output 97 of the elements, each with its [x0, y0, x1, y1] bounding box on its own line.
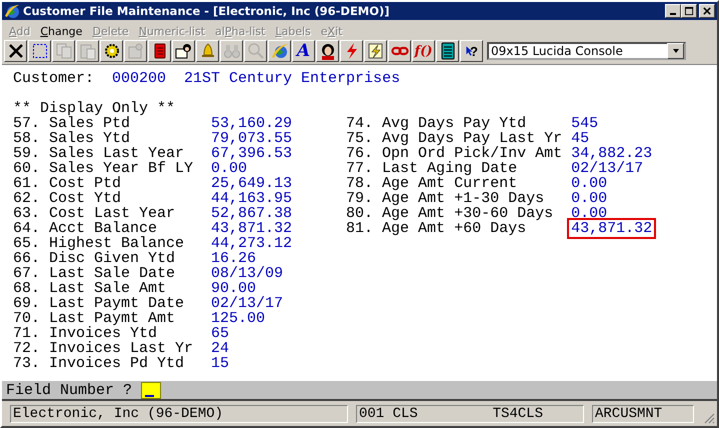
lightning-document-icon	[366, 42, 384, 60]
maximize-button[interactable]	[681, 4, 697, 18]
toolbar-button[interactable]	[388, 40, 411, 62]
globe-icon	[270, 42, 288, 60]
minimize-icon	[670, 13, 676, 15]
gear-icon	[102, 42, 120, 60]
field-value: 02/13/17	[211, 296, 284, 311]
field-label: 73. Invoices Pd Ytd	[13, 356, 186, 371]
toolbar-button[interactable]	[316, 40, 339, 62]
toolbar-button[interactable]	[196, 40, 219, 62]
field-label: Customer:	[13, 71, 94, 86]
toolbar-button[interactable]	[148, 40, 171, 62]
field-value: 90.00	[211, 281, 256, 296]
field-label: 60. Sales Year Bf LY	[13, 161, 194, 176]
field-label: 67. Last Sale Date	[13, 266, 176, 281]
toolbar-button[interactable]	[4, 40, 27, 62]
field-label: 76. Opn Ord Pick/Inv Amt	[346, 146, 564, 161]
maximize-icon	[684, 6, 694, 16]
field-value: 25,649.13	[211, 176, 292, 191]
field-label: 70. Last Paymt Amt	[13, 311, 176, 326]
toolbar-button[interactable]	[172, 40, 195, 62]
customer-number: 000200	[112, 71, 166, 86]
field-label: 63. Cost Last Year	[13, 206, 176, 221]
field-label: 69. Last Paymt Date	[13, 296, 186, 311]
toolbar-button[interactable]	[100, 40, 123, 62]
field-value: 52,867.38	[211, 206, 292, 221]
field-label: 71. Invoices Ytd	[13, 326, 158, 341]
font-dropdown[interactable]: 09x15 Lucida Console	[487, 42, 686, 60]
field-value: 24	[211, 341, 230, 356]
field-value: 79,073.55	[211, 131, 292, 146]
status-terminal: TS4CLS	[492, 406, 543, 422]
field-value: 44,273.12	[211, 236, 292, 251]
field-label: 78. Age Amt Current	[346, 176, 518, 191]
close-icon	[702, 6, 712, 16]
toolbar-button[interactable]: ?	[460, 40, 483, 62]
field-value: 53,160.29	[211, 116, 292, 131]
field-value: 08/13/09	[211, 266, 284, 281]
field-label: 61. Cost Ptd	[13, 176, 122, 191]
field-value: 0.00	[571, 176, 608, 191]
selection-icon	[30, 42, 48, 60]
field-label: 72. Invoices Last Yr	[13, 341, 194, 356]
customer-name: 21ST Century Enterprises	[184, 71, 400, 86]
field-label: 59. Sales Last Year	[13, 146, 186, 161]
paste-icon	[78, 42, 96, 60]
dropdown-arrow-icon	[672, 47, 680, 55]
binoculars-icon	[222, 42, 240, 60]
minimize-button[interactable]	[665, 4, 681, 18]
field-label: 81. Age Amt +60 Days	[346, 221, 526, 236]
field-label: 62. Cost Ytd	[13, 191, 122, 206]
toolbar-button[interactable]	[436, 40, 459, 62]
close-button[interactable]	[699, 4, 715, 18]
field-value: 02/13/17	[571, 161, 644, 176]
field-value: 67,396.53	[211, 146, 292, 161]
field-label: 58. Sales Ytd	[13, 131, 132, 146]
field-label: 57. Sales Ptd	[13, 116, 130, 131]
field-label: 80. Age Amt +30-60 Days	[346, 206, 554, 221]
field-value: 125.00	[211, 311, 266, 326]
field-number-prompt: Field Number ?	[6, 382, 132, 398]
field-value: 44,163.95	[211, 191, 292, 206]
field-value: 43,871.32	[211, 221, 292, 236]
toolbar-button[interactable]: f()	[412, 40, 435, 62]
input-field[interactable]	[141, 382, 162, 398]
field-label: 65. Highest Balance	[13, 236, 186, 251]
toolbar-button[interactable]	[268, 40, 291, 62]
toolbar-button[interactable]	[340, 40, 363, 62]
field-value: 43,871.32	[570, 221, 654, 236]
menu-item[interactable]: Change	[35, 24, 88, 38]
field-label: 79. Age Amt +1-30 Days	[346, 191, 546, 206]
field-value: 16.26	[211, 251, 256, 266]
field-value: 34,882.23	[571, 146, 652, 161]
resize-grip-icon	[703, 412, 715, 424]
field-value: 15	[211, 356, 230, 371]
field-label: 68. Last Sale Amt	[13, 281, 168, 296]
field-value: 0.00	[211, 161, 248, 176]
field-label: 77. Last Aging Date	[346, 161, 518, 176]
field-value: 0.00	[571, 191, 608, 206]
field-label: 74. Avg Days Pay Ytd	[346, 116, 528, 131]
card-icon	[174, 42, 192, 60]
toolbar-button[interactable]: A	[292, 40, 315, 62]
field-label: 64. Acct Balance	[13, 221, 158, 236]
field-value: 545	[571, 116, 598, 131]
toolbar-button[interactable]	[364, 40, 387, 62]
window-title: Customer File Maintenance - [Electronic, Inc (96-DEMO)]	[23, 4, 391, 18]
status-code: 001 CLS	[359, 406, 418, 422]
field-value: 45	[571, 131, 590, 146]
globe-icon	[4, 3, 20, 19]
status-company: Electronic, Inc (96-DEMO)	[10, 404, 348, 422]
field-value: 0.00	[571, 206, 608, 221]
copy-icon	[54, 42, 72, 60]
display-only-note: ** Display Only **	[13, 101, 176, 116]
close-icon	[6, 42, 24, 60]
status-program: ARCUSMNT	[592, 404, 694, 422]
field-label: 66. Disc Given Ytd	[13, 251, 176, 266]
toolbar-button[interactable]	[28, 40, 51, 62]
search-icon	[246, 42, 264, 60]
field-value: 65	[211, 326, 230, 341]
field-label: 75. Avg Days Pay Last Yr	[346, 131, 564, 146]
